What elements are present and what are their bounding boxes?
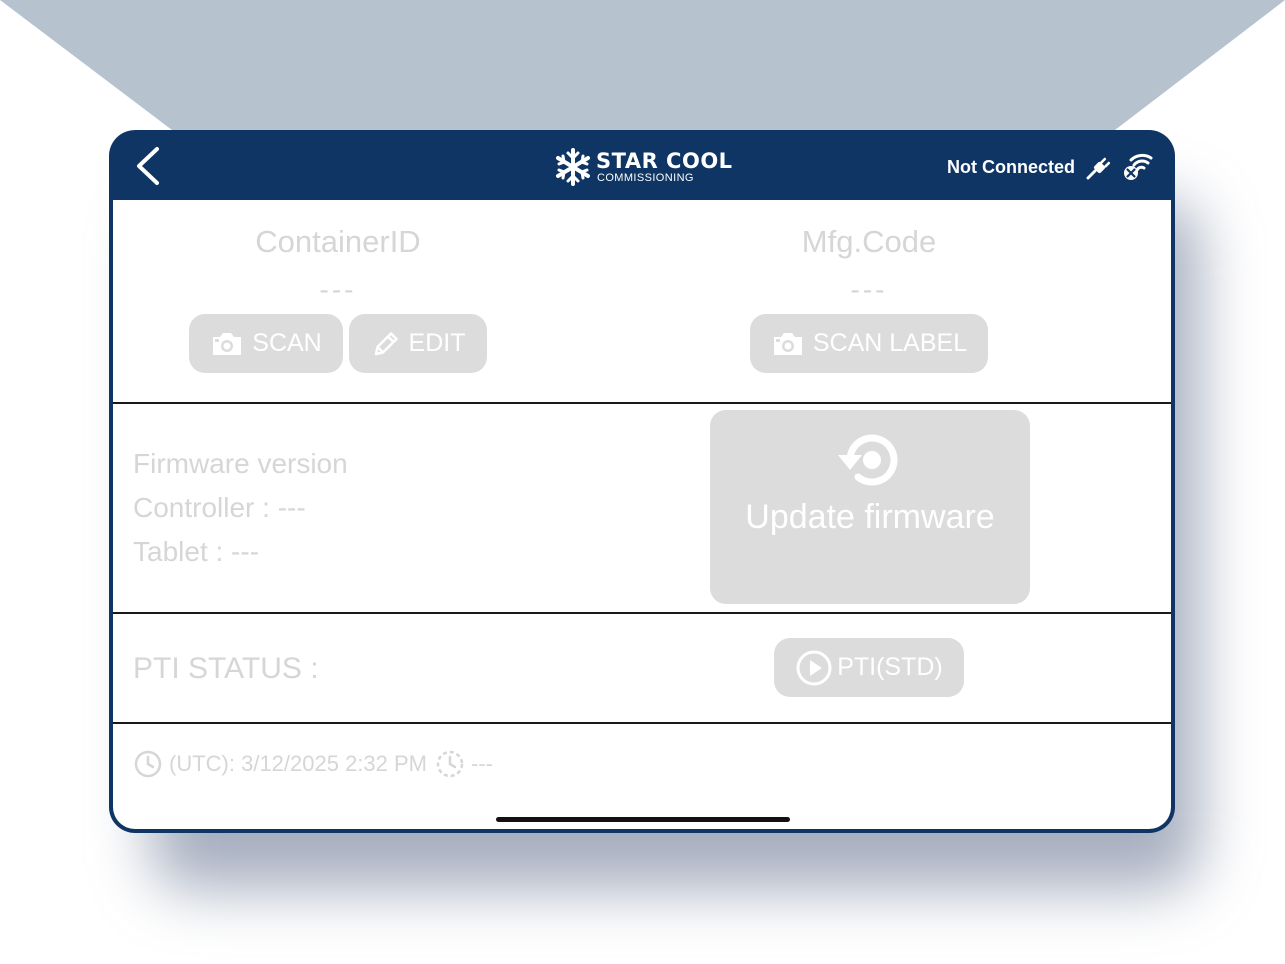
pti-std-button[interactable]: PTI(STD) bbox=[774, 638, 964, 697]
snowflake-icon bbox=[556, 148, 590, 186]
timer-icon bbox=[436, 750, 464, 778]
update-firmware-label: Update firmware bbox=[745, 498, 995, 536]
wifi-off-icon[interactable] bbox=[1121, 152, 1153, 182]
clock-icon bbox=[134, 750, 162, 778]
utc-time: (UTC): 3/12/2025 2:32 PM bbox=[169, 751, 428, 776]
camera-icon bbox=[773, 332, 802, 355]
refresh-icon bbox=[838, 434, 898, 486]
footer-time-row: (UTC): 3/12/2025 2:32 PM --- bbox=[133, 749, 493, 779]
app-screen: ContainerID --- Mfg.Code --- SCAN EDIT S… bbox=[113, 200, 1171, 829]
camera-icon bbox=[213, 332, 242, 355]
scan-label-button[interactable]: SCAN LABEL bbox=[750, 314, 988, 373]
pti-status-label: PTI STATUS : bbox=[133, 652, 319, 685]
pti-std-button-label: PTI(STD) bbox=[837, 653, 943, 681]
mfg-code-label: Mfg.Code bbox=[801, 224, 937, 259]
home-indicator[interactable] bbox=[496, 817, 790, 822]
scan-button-label: SCAN bbox=[252, 329, 322, 357]
tablet-frame: STAR COOL COMMISSIONING Not Connected Co… bbox=[109, 130, 1175, 833]
firmware-heading: Firmware version bbox=[133, 448, 348, 479]
container-id-label: ContainerID bbox=[255, 224, 421, 259]
app-header: STAR COOL COMMISSIONING Not Connected bbox=[109, 130, 1175, 200]
pencil-icon bbox=[374, 331, 398, 355]
mfg-code-value: --- bbox=[850, 274, 888, 305]
section-divider bbox=[113, 402, 1171, 404]
edit-button[interactable]: EDIT bbox=[349, 314, 487, 373]
play-circle-icon bbox=[796, 650, 832, 685]
plug-icon[interactable] bbox=[1086, 154, 1112, 180]
connection-status: Not Connected bbox=[947, 157, 1075, 177]
brand-logo: STAR COOL COMMISSIONING bbox=[555, 148, 745, 188]
tablet-version: Tablet : --- bbox=[133, 536, 260, 567]
duration-value: --- bbox=[471, 751, 493, 776]
scan-label-button-label: SCAN LABEL bbox=[812, 329, 968, 357]
scan-button[interactable]: SCAN bbox=[189, 314, 343, 373]
brand-subtitle: COMMISSIONING bbox=[597, 172, 694, 184]
container-id-value: --- bbox=[319, 274, 357, 305]
controller-version: Controller : --- bbox=[133, 492, 306, 523]
update-firmware-button[interactable]: Update firmware bbox=[710, 410, 1030, 604]
section-divider bbox=[113, 722, 1171, 724]
chevron-left-icon bbox=[137, 147, 159, 185]
section-divider bbox=[113, 612, 1171, 614]
brand-title: STAR COOL bbox=[596, 149, 733, 173]
edit-button-label: EDIT bbox=[408, 329, 466, 357]
back-button[interactable] bbox=[129, 144, 169, 188]
